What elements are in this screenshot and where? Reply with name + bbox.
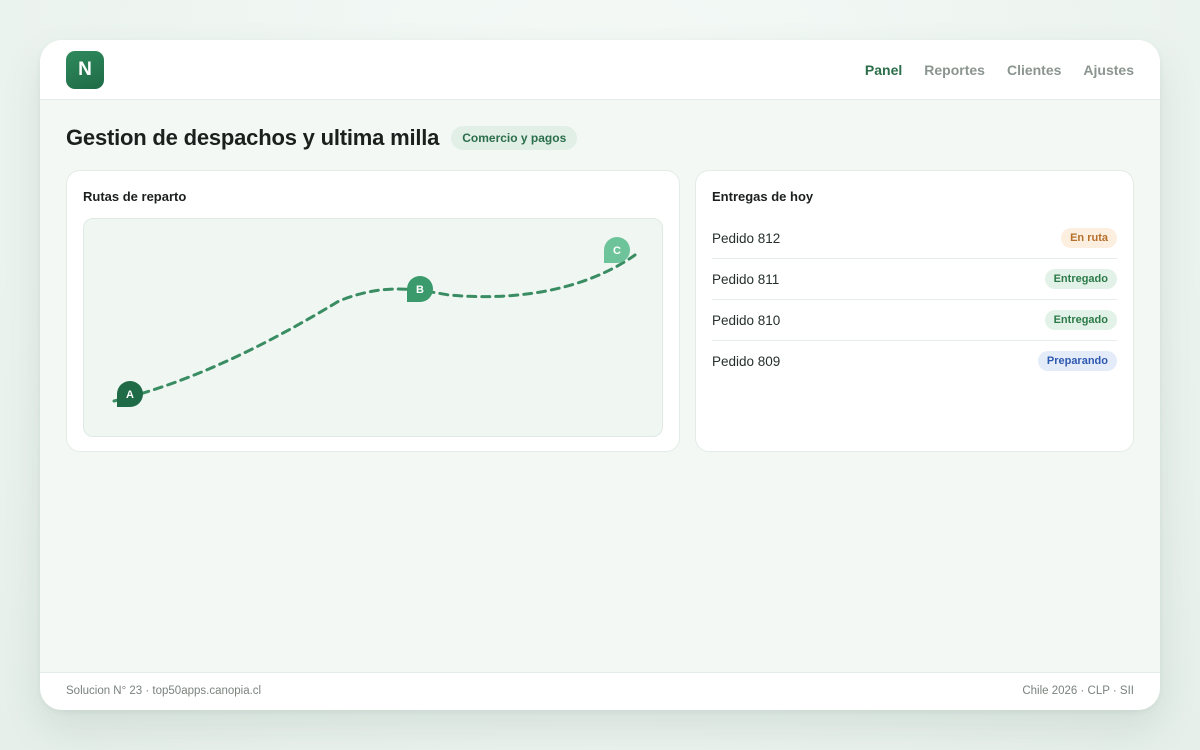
title-row: Gestion de despachos y ultima milla Come… xyxy=(66,125,578,151)
stop-marker-c[interactable]: C xyxy=(604,237,630,263)
app-window: N Panel Reportes Clientes Ajustes Gestio… xyxy=(40,40,1160,710)
routes-card: Rutas de reparto A B C xyxy=(66,170,680,452)
order-name: Pedido 809 xyxy=(712,353,781,369)
order-name: Pedido 811 xyxy=(712,271,780,287)
stop-label-b: B xyxy=(416,284,424,296)
status-badge: Entregado xyxy=(1044,310,1117,330)
stop-label-a: A xyxy=(126,389,134,401)
nav-panel[interactable]: Panel xyxy=(865,62,902,78)
list-item[interactable]: Pedido 812 En ruta xyxy=(712,218,1117,259)
list-item[interactable]: Pedido 809 Preparando xyxy=(712,341,1117,381)
nav-clientes[interactable]: Clientes xyxy=(1007,62,1061,78)
list-item[interactable]: Pedido 810 Entregado xyxy=(712,300,1117,341)
category-badge: Comercio y pagos xyxy=(451,126,578,150)
stop-marker-b[interactable]: B xyxy=(407,276,433,302)
route-map-svg: A B C xyxy=(112,237,637,407)
stop-label-c: C xyxy=(613,245,621,257)
routes-card-title: Rutas de reparto xyxy=(83,189,187,204)
order-name: Pedido 810 xyxy=(712,312,781,328)
status-badge: En ruta xyxy=(1061,228,1117,248)
deliveries-card-title: Entregas de hoy xyxy=(712,189,814,204)
order-name: Pedido 812 xyxy=(712,230,781,246)
status-badge: Preparando xyxy=(1037,351,1117,371)
top-bar: N Panel Reportes Clientes Ajustes xyxy=(40,40,1160,100)
nav-ajustes[interactable]: Ajustes xyxy=(1083,62,1134,78)
logo-letter: N xyxy=(78,59,92,80)
status-badge: Entregado xyxy=(1044,269,1117,289)
footer: Solucion N° 23 · top50apps.canopia.cl Ch… xyxy=(40,672,1160,710)
list-item[interactable]: Pedido 811 Entregado xyxy=(712,259,1117,300)
delivery-list: Pedido 812 En ruta Pedido 811 Entregado … xyxy=(712,218,1117,381)
stop-marker-a[interactable]: A xyxy=(117,381,143,407)
deliveries-card: Entregas de hoy Pedido 812 En ruta Pedid… xyxy=(695,170,1134,452)
main-nav: Panel Reportes Clientes Ajustes xyxy=(865,40,1134,99)
route-map[interactable]: A B C xyxy=(83,218,663,437)
footer-credits: Solucion N° 23 · top50apps.canopia.cl xyxy=(66,685,262,697)
footer-locale: Chile 2026 · CLP · SII xyxy=(1022,685,1134,697)
page-title: Gestion de despachos y ultima milla xyxy=(66,125,440,150)
nav-reportes[interactable]: Reportes xyxy=(924,62,985,78)
app-logo[interactable]: N xyxy=(66,51,104,89)
route-line xyxy=(112,253,637,403)
